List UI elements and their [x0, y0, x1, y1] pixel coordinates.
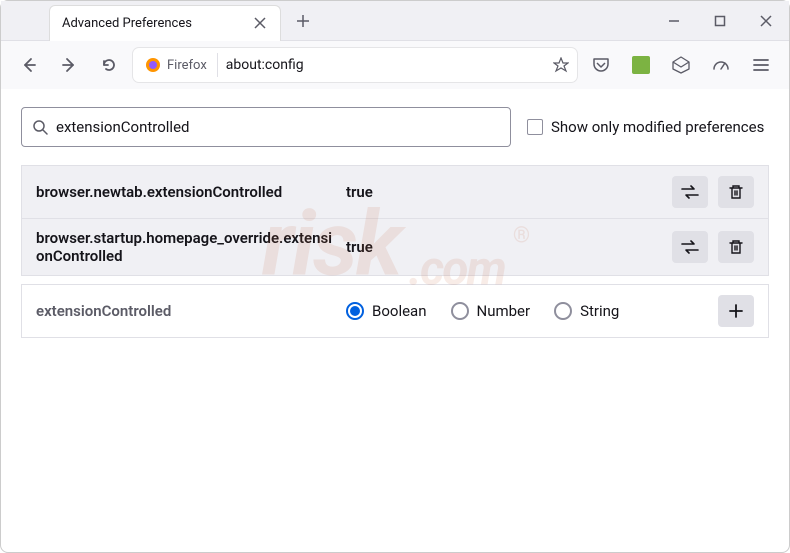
- pref-actions: [672, 176, 754, 208]
- gauge-icon: [712, 56, 730, 74]
- delete-button[interactable]: [718, 231, 754, 263]
- pref-table: browser.newtab.extensionControlled true …: [21, 165, 769, 276]
- plus-icon: [728, 303, 744, 319]
- radio-label: String: [580, 302, 619, 320]
- pref-actions: [672, 231, 754, 263]
- type-radio-group: Boolean Number String: [346, 302, 718, 320]
- radio-icon: [451, 302, 469, 320]
- identity-box[interactable]: Firefox: [141, 53, 218, 77]
- extension-icon: [632, 56, 650, 74]
- extension-button[interactable]: [625, 49, 657, 81]
- reload-button[interactable]: [93, 49, 125, 81]
- account-icon: [672, 56, 690, 74]
- pref-name: browser.newtab.extensionControlled: [36, 183, 346, 201]
- add-button[interactable]: [718, 295, 754, 327]
- account-button[interactable]: [665, 49, 697, 81]
- radio-label: Boolean: [372, 302, 427, 320]
- radio-string[interactable]: String: [554, 302, 619, 320]
- hamburger-icon: [752, 56, 770, 74]
- close-tab-icon[interactable]: [252, 15, 268, 31]
- identity-label: Firefox: [167, 58, 213, 73]
- firefox-icon: [145, 57, 161, 73]
- toggle-button[interactable]: [672, 231, 708, 263]
- pref-row: browser.startup.homepage_override.extens…: [22, 219, 768, 275]
- radio-label: Number: [477, 302, 531, 320]
- radio-icon: [554, 302, 572, 320]
- forward-button[interactable]: [53, 49, 85, 81]
- search-input[interactable]: [56, 118, 500, 136]
- toggle-icon: [681, 185, 699, 199]
- radio-boolean[interactable]: Boolean: [346, 302, 427, 320]
- new-pref-row: extensionControlled Boolean Number Strin…: [22, 285, 768, 337]
- search-row: Show only modified preferences: [21, 107, 769, 147]
- new-tab-button[interactable]: [289, 7, 317, 35]
- url-text: about:config: [226, 57, 545, 73]
- new-pref-name: extensionControlled: [36, 302, 346, 320]
- menu-button[interactable]: [745, 49, 777, 81]
- pocket-icon: [592, 56, 610, 74]
- pref-actions: [718, 295, 754, 327]
- trash-icon: [728, 184, 744, 200]
- titlebar: Advanced Preferences: [1, 1, 789, 41]
- pref-value: true: [346, 238, 672, 256]
- search-icon: [32, 119, 48, 135]
- minimize-button[interactable]: [651, 1, 697, 41]
- new-pref-table: extensionControlled Boolean Number Strin…: [21, 284, 769, 338]
- delete-button[interactable]: [718, 176, 754, 208]
- tab-title: Advanced Preferences: [62, 16, 192, 31]
- checkbox-icon: [527, 119, 543, 135]
- browser-toolbar: Firefox about:config: [1, 41, 789, 89]
- page-content: Show only modified preferences browser.n…: [1, 89, 789, 356]
- close-window-button[interactable]: [743, 1, 789, 41]
- pocket-button[interactable]: [585, 49, 617, 81]
- profiler-button[interactable]: [705, 49, 737, 81]
- pref-value: true: [346, 183, 672, 201]
- radio-icon: [346, 302, 364, 320]
- pref-name: browser.startup.homepage_override.extens…: [36, 229, 346, 265]
- show-modified-checkbox[interactable]: Show only modified preferences: [527, 118, 764, 136]
- toggle-icon: [681, 240, 699, 254]
- url-bar[interactable]: Firefox about:config: [133, 48, 577, 82]
- bookmark-star-icon[interactable]: [553, 57, 569, 73]
- radio-number[interactable]: Number: [451, 302, 531, 320]
- trash-icon: [728, 239, 744, 255]
- toggle-button[interactable]: [672, 176, 708, 208]
- search-box[interactable]: [21, 107, 511, 147]
- window-controls: [651, 1, 789, 41]
- pref-row: browser.newtab.extensionControlled true: [22, 166, 768, 219]
- back-button[interactable]: [13, 49, 45, 81]
- checkbox-label: Show only modified preferences: [551, 118, 764, 136]
- browser-tab[interactable]: Advanced Preferences: [49, 5, 281, 41]
- maximize-button[interactable]: [697, 1, 743, 41]
